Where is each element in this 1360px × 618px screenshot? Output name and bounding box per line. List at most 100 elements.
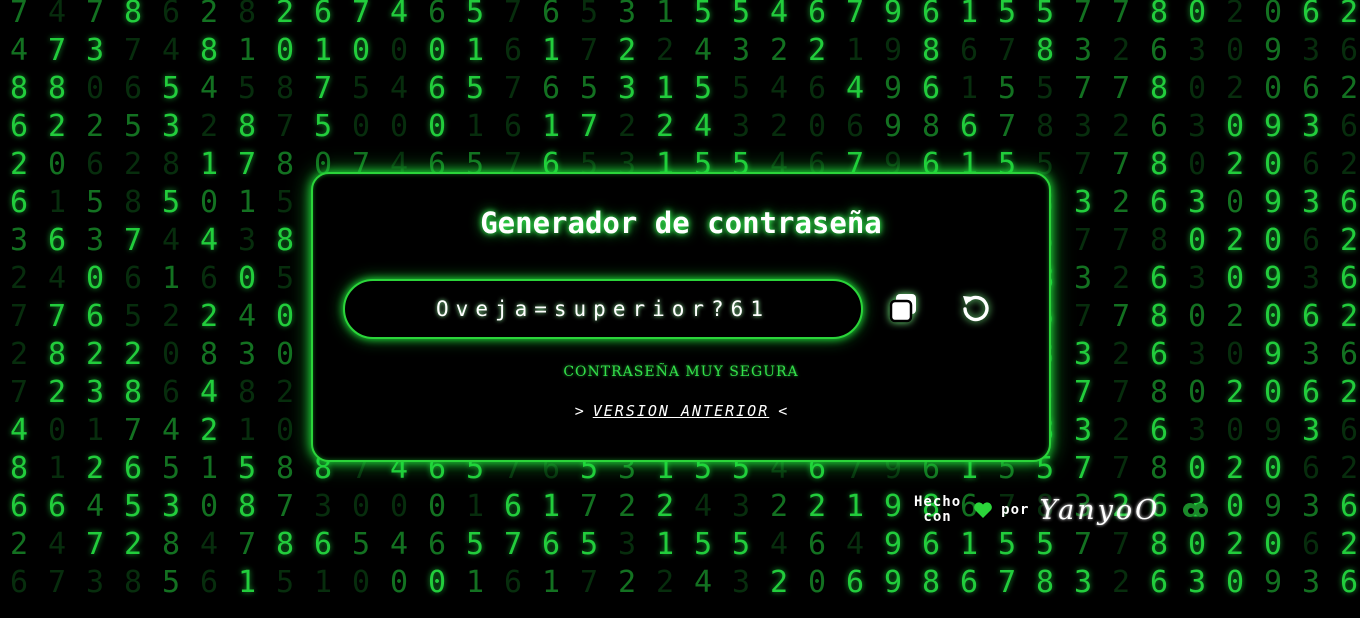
matrix-digit: 3 — [161, 109, 181, 144]
matrix-digit: 3 — [1073, 565, 1093, 600]
matrix-digit: 6 — [959, 33, 979, 68]
matrix-digit: 8 — [1149, 299, 1169, 334]
matrix-digit: 4 — [693, 565, 713, 600]
refresh-icon[interactable] — [959, 291, 993, 325]
matrix-digit: 7 — [1111, 451, 1131, 486]
matrix-digit: 1 — [959, 71, 979, 106]
matrix-digit: 6 — [9, 109, 29, 144]
matrix-digit: 5 — [465, 0, 485, 30]
matrix-digit: 2 — [1339, 451, 1359, 486]
matrix-digit: 3 — [1187, 185, 1207, 220]
matrix-digit: 0 — [1187, 147, 1207, 182]
password-text[interactable]: Oveja=superior?61 — [436, 297, 770, 321]
matrix-digit: 6 — [1149, 565, 1169, 600]
matrix-digit: 5 — [161, 185, 181, 220]
matrix-digit: 8 — [1149, 0, 1169, 30]
matrix-digit: 7 — [9, 299, 29, 334]
matrix-digit: 6 — [845, 565, 865, 600]
matrix-digit: 5 — [161, 451, 181, 486]
matrix-digit: 2 — [769, 565, 789, 600]
matrix-digit: 7 — [47, 565, 67, 600]
matrix-digit: 6 — [1149, 185, 1169, 220]
matrix-digit: 2 — [275, 0, 295, 30]
matrix-digit: 4 — [693, 33, 713, 68]
matrix-digit: 6 — [1301, 223, 1321, 258]
matrix-digit: 6 — [123, 451, 143, 486]
matrix-digit: 2 — [47, 109, 67, 144]
matrix-digit: 3 — [9, 223, 29, 258]
matrix-digit: 3 — [237, 223, 257, 258]
matrix-digit: 5 — [579, 527, 599, 562]
matrix-digit: 7 — [503, 0, 523, 30]
matrix-digit: 8 — [199, 33, 219, 68]
previous-version-link[interactable]: VERSION ANTERIOR — [593, 402, 770, 420]
matrix-digit: 1 — [237, 413, 257, 448]
matrix-digit: 0 — [1187, 223, 1207, 258]
matrix-digit: 8 — [237, 0, 257, 30]
matrix-digit: 5 — [85, 185, 105, 220]
made-with-text: Hecho con — [914, 495, 961, 525]
matrix-digit: 1 — [541, 565, 561, 600]
matrix-digit: 0 — [85, 261, 105, 296]
matrix-digit: 0 — [1263, 299, 1283, 334]
matrix-digit: 6 — [845, 109, 865, 144]
matrix-digit: 0 — [351, 489, 371, 524]
matrix-digit: 7 — [47, 33, 67, 68]
heart-icon — [974, 502, 993, 518]
matrix-digit: 0 — [1263, 71, 1283, 106]
eyes-icon — [1183, 503, 1209, 517]
matrix-digit: 3 — [1073, 185, 1093, 220]
matrix-digit: 6 — [161, 375, 181, 410]
matrix-digit: 0 — [427, 489, 447, 524]
matrix-digit: 3 — [85, 223, 105, 258]
footer-credits: Hecho con por YanyoO — [914, 488, 1209, 532]
matrix-digit: 1 — [465, 565, 485, 600]
matrix-digit: 1 — [85, 413, 105, 448]
matrix-digit: 2 — [199, 299, 219, 334]
matrix-digit: 0 — [199, 185, 219, 220]
matrix-digit: 2 — [123, 147, 143, 182]
matrix-digit: 1 — [655, 0, 675, 30]
matrix-digit: 3 — [1187, 337, 1207, 372]
matrix-digit: 3 — [1187, 565, 1207, 600]
matrix-digit: 5 — [997, 71, 1017, 106]
matrix-digit: 7 — [123, 413, 143, 448]
matrix-digit: 0 — [351, 565, 371, 600]
author-link[interactable]: YanyoO — [1039, 495, 1160, 526]
password-display[interactable]: Oveja=superior?61 — [343, 279, 863, 339]
prev-prefix: > — [574, 402, 584, 420]
matrix-digit: 3 — [731, 565, 751, 600]
matrix-digit: 1 — [47, 185, 67, 220]
matrix-digit: 2 — [1111, 33, 1131, 68]
matrix-digit: 0 — [427, 33, 447, 68]
matrix-digit: 8 — [47, 337, 67, 372]
copy-icon[interactable] — [887, 291, 921, 325]
matrix-digit: 4 — [693, 109, 713, 144]
matrix-digit: 7 — [997, 565, 1017, 600]
matrix-digit: 6 — [541, 527, 561, 562]
matrix-digit: 0 — [1187, 375, 1207, 410]
matrix-digit: 1 — [237, 185, 257, 220]
matrix-digit: 6 — [1149, 261, 1169, 296]
matrix-digit: 3 — [617, 71, 637, 106]
matrix-digit: 0 — [1225, 489, 1245, 524]
matrix-digit: 3 — [161, 489, 181, 524]
matrix-digit: 5 — [693, 0, 713, 30]
matrix-digit: 2 — [1339, 299, 1359, 334]
matrix-digit: 3 — [1187, 33, 1207, 68]
matrix-digit: 7 — [123, 33, 143, 68]
matrix-digit: 0 — [161, 337, 181, 372]
matrix-digit: 3 — [1073, 413, 1093, 448]
matrix-digit: 4 — [769, 71, 789, 106]
matrix-digit: 4 — [199, 223, 219, 258]
matrix-digit: 7 — [85, 527, 105, 562]
matrix-digit: 1 — [465, 33, 485, 68]
matrix-digit: 2 — [47, 375, 67, 410]
matrix-digit: 0 — [1263, 375, 1283, 410]
matrix-digit: 0 — [1225, 413, 1245, 448]
matrix-digit: 2 — [1225, 223, 1245, 258]
matrix-digit: 9 — [883, 33, 903, 68]
matrix-digit: 2 — [617, 33, 637, 68]
matrix-digit: 2 — [9, 527, 29, 562]
matrix-digit: 8 — [1035, 109, 1055, 144]
